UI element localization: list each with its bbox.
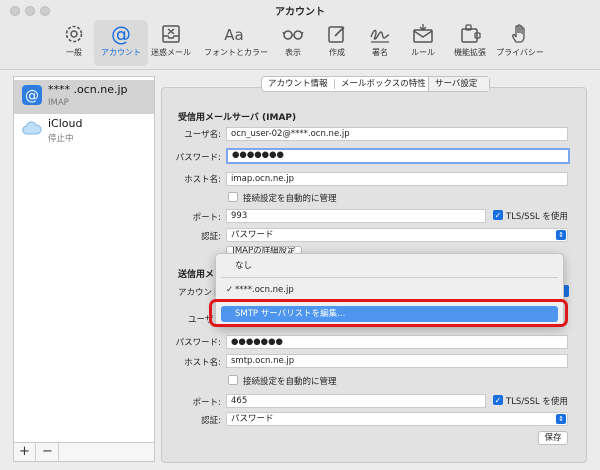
toolbar-junk[interactable]: 迷惑メール: [144, 20, 198, 66]
outgoing-password-label: パスワード:: [175, 338, 221, 348]
incoming-host-field[interactable]: imap.ocn.ne.jp: [226, 172, 568, 186]
account-name: iCloud: [48, 117, 83, 130]
hand-icon: [512, 24, 525, 43]
outgoing-port-label: ポート:: [192, 398, 221, 408]
outgoing-auto-manage-checkbox[interactable]: [228, 375, 238, 385]
incoming-auto-manage-checkbox[interactable]: [228, 192, 238, 202]
toolbar-accounts[interactable]: @ アカウント: [94, 20, 148, 66]
checkmark-icon: ✓: [226, 285, 234, 295]
incoming-username-field[interactable]: ocn_user-02@****.ocn.ne.jp: [226, 127, 568, 141]
incoming-password-field[interactable]: ●●●●●●●: [226, 148, 570, 164]
window-title: アカウント: [275, 7, 325, 18]
account-list-footer: + −: [14, 442, 154, 461]
tab-mailbox-behaviors[interactable]: メールボックスの特性: [335, 77, 432, 91]
account-name: **** .ocn.ne.jp: [48, 83, 128, 96]
tab-bar: アカウント情報 メールボックスの特性 サーバ設定: [261, 76, 490, 92]
add-account-button[interactable]: +: [14, 443, 36, 461]
outgoing-host-field[interactable]: smtp.ocn.ne.jp: [226, 354, 568, 368]
incoming-tls-label: TLS/SSL を使用: [506, 212, 568, 222]
save-button[interactable]: 保存: [538, 431, 568, 445]
toolbar-extensions[interactable]: 機能拡張: [443, 20, 497, 66]
svg-text:@: @: [25, 88, 39, 104]
menu-item-ocn-server[interactable]: ✓ ****.ocn.ne.jp: [221, 282, 558, 298]
outgoing-auth-select[interactable]: パスワード ⇕: [226, 412, 568, 426]
outgoing-host-label: ホスト名:: [184, 358, 221, 368]
at-icon: @: [111, 23, 131, 45]
outgoing-port-field[interactable]: 465: [226, 394, 486, 408]
cloud-icon: [22, 121, 42, 135]
account-type: IMAP: [48, 98, 69, 108]
incoming-section-title: 受信用メールサーバ (IMAP): [178, 113, 297, 123]
tab-account-info[interactable]: アカウント情報: [262, 77, 334, 91]
highlight-annotation: [209, 299, 568, 327]
incoming-tls-checkbox[interactable]: ✓: [493, 210, 503, 220]
incoming-auto-manage-label: 接続設定を自動的に管理: [243, 194, 337, 204]
rules-envelope-icon: [413, 24, 433, 43]
glasses-icon: [282, 30, 304, 40]
extensions-icon: [461, 24, 481, 43]
outgoing-tls-checkbox[interactable]: ✓: [493, 395, 503, 405]
svg-text:Aa: Aa: [224, 26, 243, 44]
outgoing-tls-label: TLS/SSL を使用: [506, 397, 568, 407]
menu-separator: [221, 277, 558, 278]
compose-icon: [328, 26, 345, 43]
account-status: 停止中: [48, 134, 74, 144]
toolbar-rules[interactable]: ルール: [396, 20, 450, 66]
incoming-password-label: パスワード:: [175, 153, 221, 163]
menu-item-none[interactable]: なし: [221, 258, 558, 274]
signature-icon: [370, 29, 390, 43]
chevron-updown-icon: ⇕: [556, 230, 566, 240]
font-icon: Aa: [224, 26, 243, 44]
incoming-username-label: ユーザ名:: [184, 130, 221, 140]
title-bar: アカウント 一般 @ アカウント 迷惑メール Aa フォントとカラー 表示 作成…: [0, 0, 600, 70]
remove-account-button[interactable]: −: [37, 443, 59, 461]
toolbar-fonts[interactable]: Aa フォントとカラー: [204, 20, 268, 66]
toolbar-privacy[interactable]: プライバシー: [490, 20, 550, 66]
tab-server-settings[interactable]: サーバ設定: [428, 77, 489, 91]
junk-tray-icon: [162, 25, 180, 43]
outgoing-password-field[interactable]: ●●●●●●●: [226, 335, 568, 349]
account-item-ocn[interactable]: @ **** .ocn.ne.jp IMAP: [14, 80, 154, 114]
chevron-updown-icon: ⇕: [556, 414, 566, 424]
outgoing-auto-manage-label: 接続設定を自動的に管理: [243, 377, 337, 387]
incoming-port-label: ポート:: [192, 213, 221, 223]
account-list: @ **** .ocn.ne.jp IMAP iCloud 停止中 + −: [13, 76, 155, 462]
toolbar-general[interactable]: 一般: [47, 20, 101, 66]
svg-text:@: @: [111, 23, 131, 45]
incoming-auth-label: 認証:: [201, 232, 221, 242]
incoming-port-field[interactable]: 993: [226, 209, 486, 223]
account-item-icloud[interactable]: iCloud 停止中: [14, 114, 154, 148]
incoming-auth-select[interactable]: パスワード ⇕: [226, 228, 568, 242]
outgoing-auth-label: 認証:: [201, 416, 221, 426]
at-icon: @: [22, 85, 42, 105]
outgoing-section-title: 送信用メ: [178, 270, 215, 280]
incoming-host-label: ホスト名:: [184, 175, 221, 185]
gear-icon: [65, 25, 83, 43]
